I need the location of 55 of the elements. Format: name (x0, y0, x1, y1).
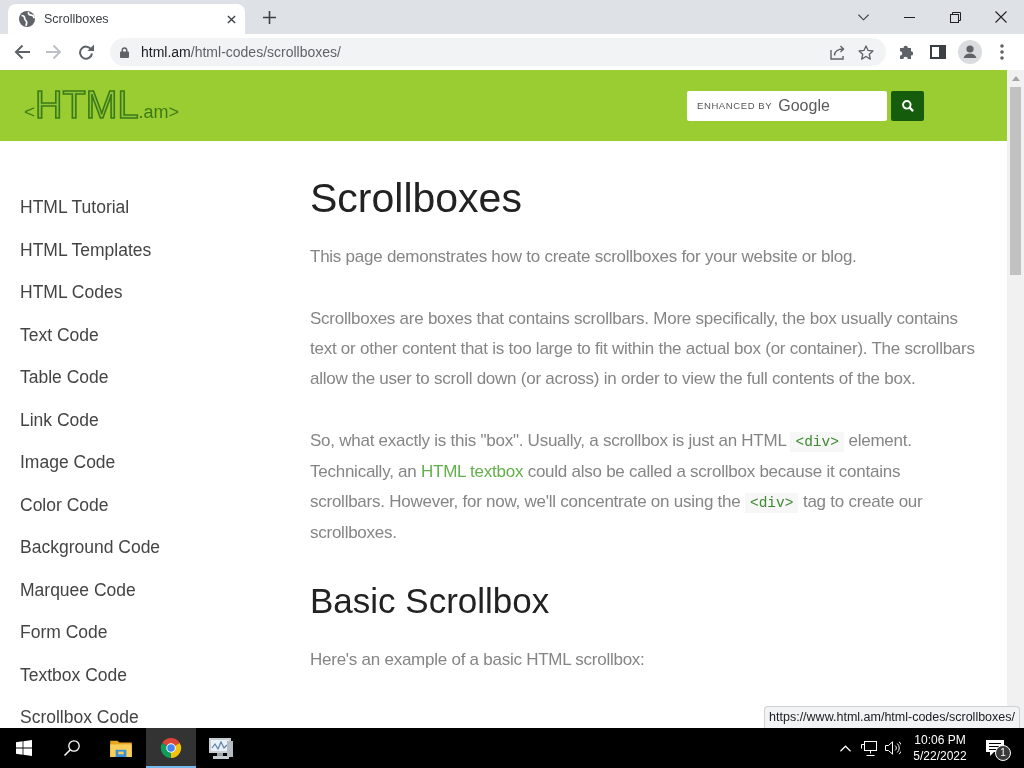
chevron-down-icon[interactable] (857, 13, 869, 21)
search-field[interactable]: ENHANCED BY Google (687, 90, 887, 121)
search-icon (901, 99, 914, 112)
notification-button[interactable]: 1 (975, 728, 1015, 768)
sidebar-link[interactable]: HTML Codes (20, 281, 123, 303)
status-url-bubble: https://www.html.am/html-codes/scrollboxes/ (764, 706, 1020, 728)
share-icon[interactable] (830, 44, 846, 60)
reload-icon[interactable] (78, 44, 94, 60)
paragraph: So, what exactly is this "box". Usually, a scrollbox is just an HTML <div> element. Technically, an HTML textbox could also be called a scrollbox because it contains scrollbars. However, for now, we'll concentrate on using the <div> tag to create our scrollboxes. (310, 430, 924, 544)
close-icon[interactable] (995, 11, 1007, 23)
notification-count: 1 (995, 745, 1011, 761)
paragraph: Scrollboxes are boxes that contains scrollbars. More specifically, the box usually contains text or other content that is too large to fit within the actual box (or container). The scrollbars allow the user to scroll down (or across) in order to view the full contents of the box. (310, 308, 976, 390)
globe-icon (19, 11, 35, 27)
paragraph: This page demonstrates how to create scrollboxes for your website or blog. (310, 246, 858, 268)
search-icon[interactable] (64, 740, 80, 756)
taskbar-app-button[interactable] (146, 728, 196, 768)
sidebar-link[interactable]: HTML Tutorial (20, 196, 130, 218)
sidebar-link[interactable]: Background Code (20, 536, 161, 558)
puzzle-icon[interactable] (898, 44, 914, 60)
monitor-icon (209, 737, 233, 759)
clock-time[interactable]: 10:06 PM (914, 732, 966, 748)
sidebar-link[interactable]: Image Code (20, 451, 116, 473)
sidebar-link[interactable]: Link Code (20, 408, 99, 431)
sidebar-link[interactable]: Table Code (20, 366, 109, 388)
speaker-icon[interactable] (885, 741, 901, 755)
menu-icon[interactable] (1000, 44, 1004, 60)
folder-icon (110, 739, 132, 757)
sidebar-link[interactable]: HTML Templates (20, 238, 152, 261)
paragraph: Here's an example of a basic HTML scrollbox: (310, 649, 646, 671)
clock-date[interactable]: 5/22/2022 (913, 748, 967, 764)
sidebar-link[interactable]: Marquee Code (20, 578, 136, 601)
star-icon[interactable] (858, 44, 874, 60)
avatar-icon[interactable] (958, 40, 982, 64)
sidebar-link[interactable]: Form Code (20, 621, 108, 643)
network-icon[interactable] (861, 740, 877, 756)
browser-tab[interactable]: Scrollboxes (8, 4, 245, 34)
section-heading: Basic Scrollbox (310, 580, 551, 622)
page-title: Scrollboxes (310, 174, 523, 223)
scrollbar-thumb[interactable] (1010, 87, 1021, 275)
sidebar-link[interactable]: Textbox Code (20, 663, 127, 686)
side-panel-icon[interactable] (930, 45, 946, 59)
restore-icon[interactable] (949, 11, 961, 23)
plus-icon[interactable] (263, 10, 276, 24)
chevron-up-icon[interactable] (839, 744, 851, 752)
back-arrow-icon[interactable] (14, 44, 30, 60)
search-button[interactable] (891, 90, 924, 121)
address-bar[interactable]: html.am/html-codes/scrollboxes/ (110, 38, 886, 66)
sidebar-link[interactable]: Text Code (20, 323, 99, 346)
minimize-icon[interactable] (903, 16, 915, 18)
start-icon[interactable] (16, 740, 32, 756)
close-icon[interactable] (227, 14, 236, 24)
sidebar-link[interactable]: Scrollbox Code (20, 706, 139, 728)
lock-icon (120, 46, 129, 58)
sidebar-link[interactable]: Color Code (20, 493, 109, 516)
browser-icon (160, 737, 182, 759)
